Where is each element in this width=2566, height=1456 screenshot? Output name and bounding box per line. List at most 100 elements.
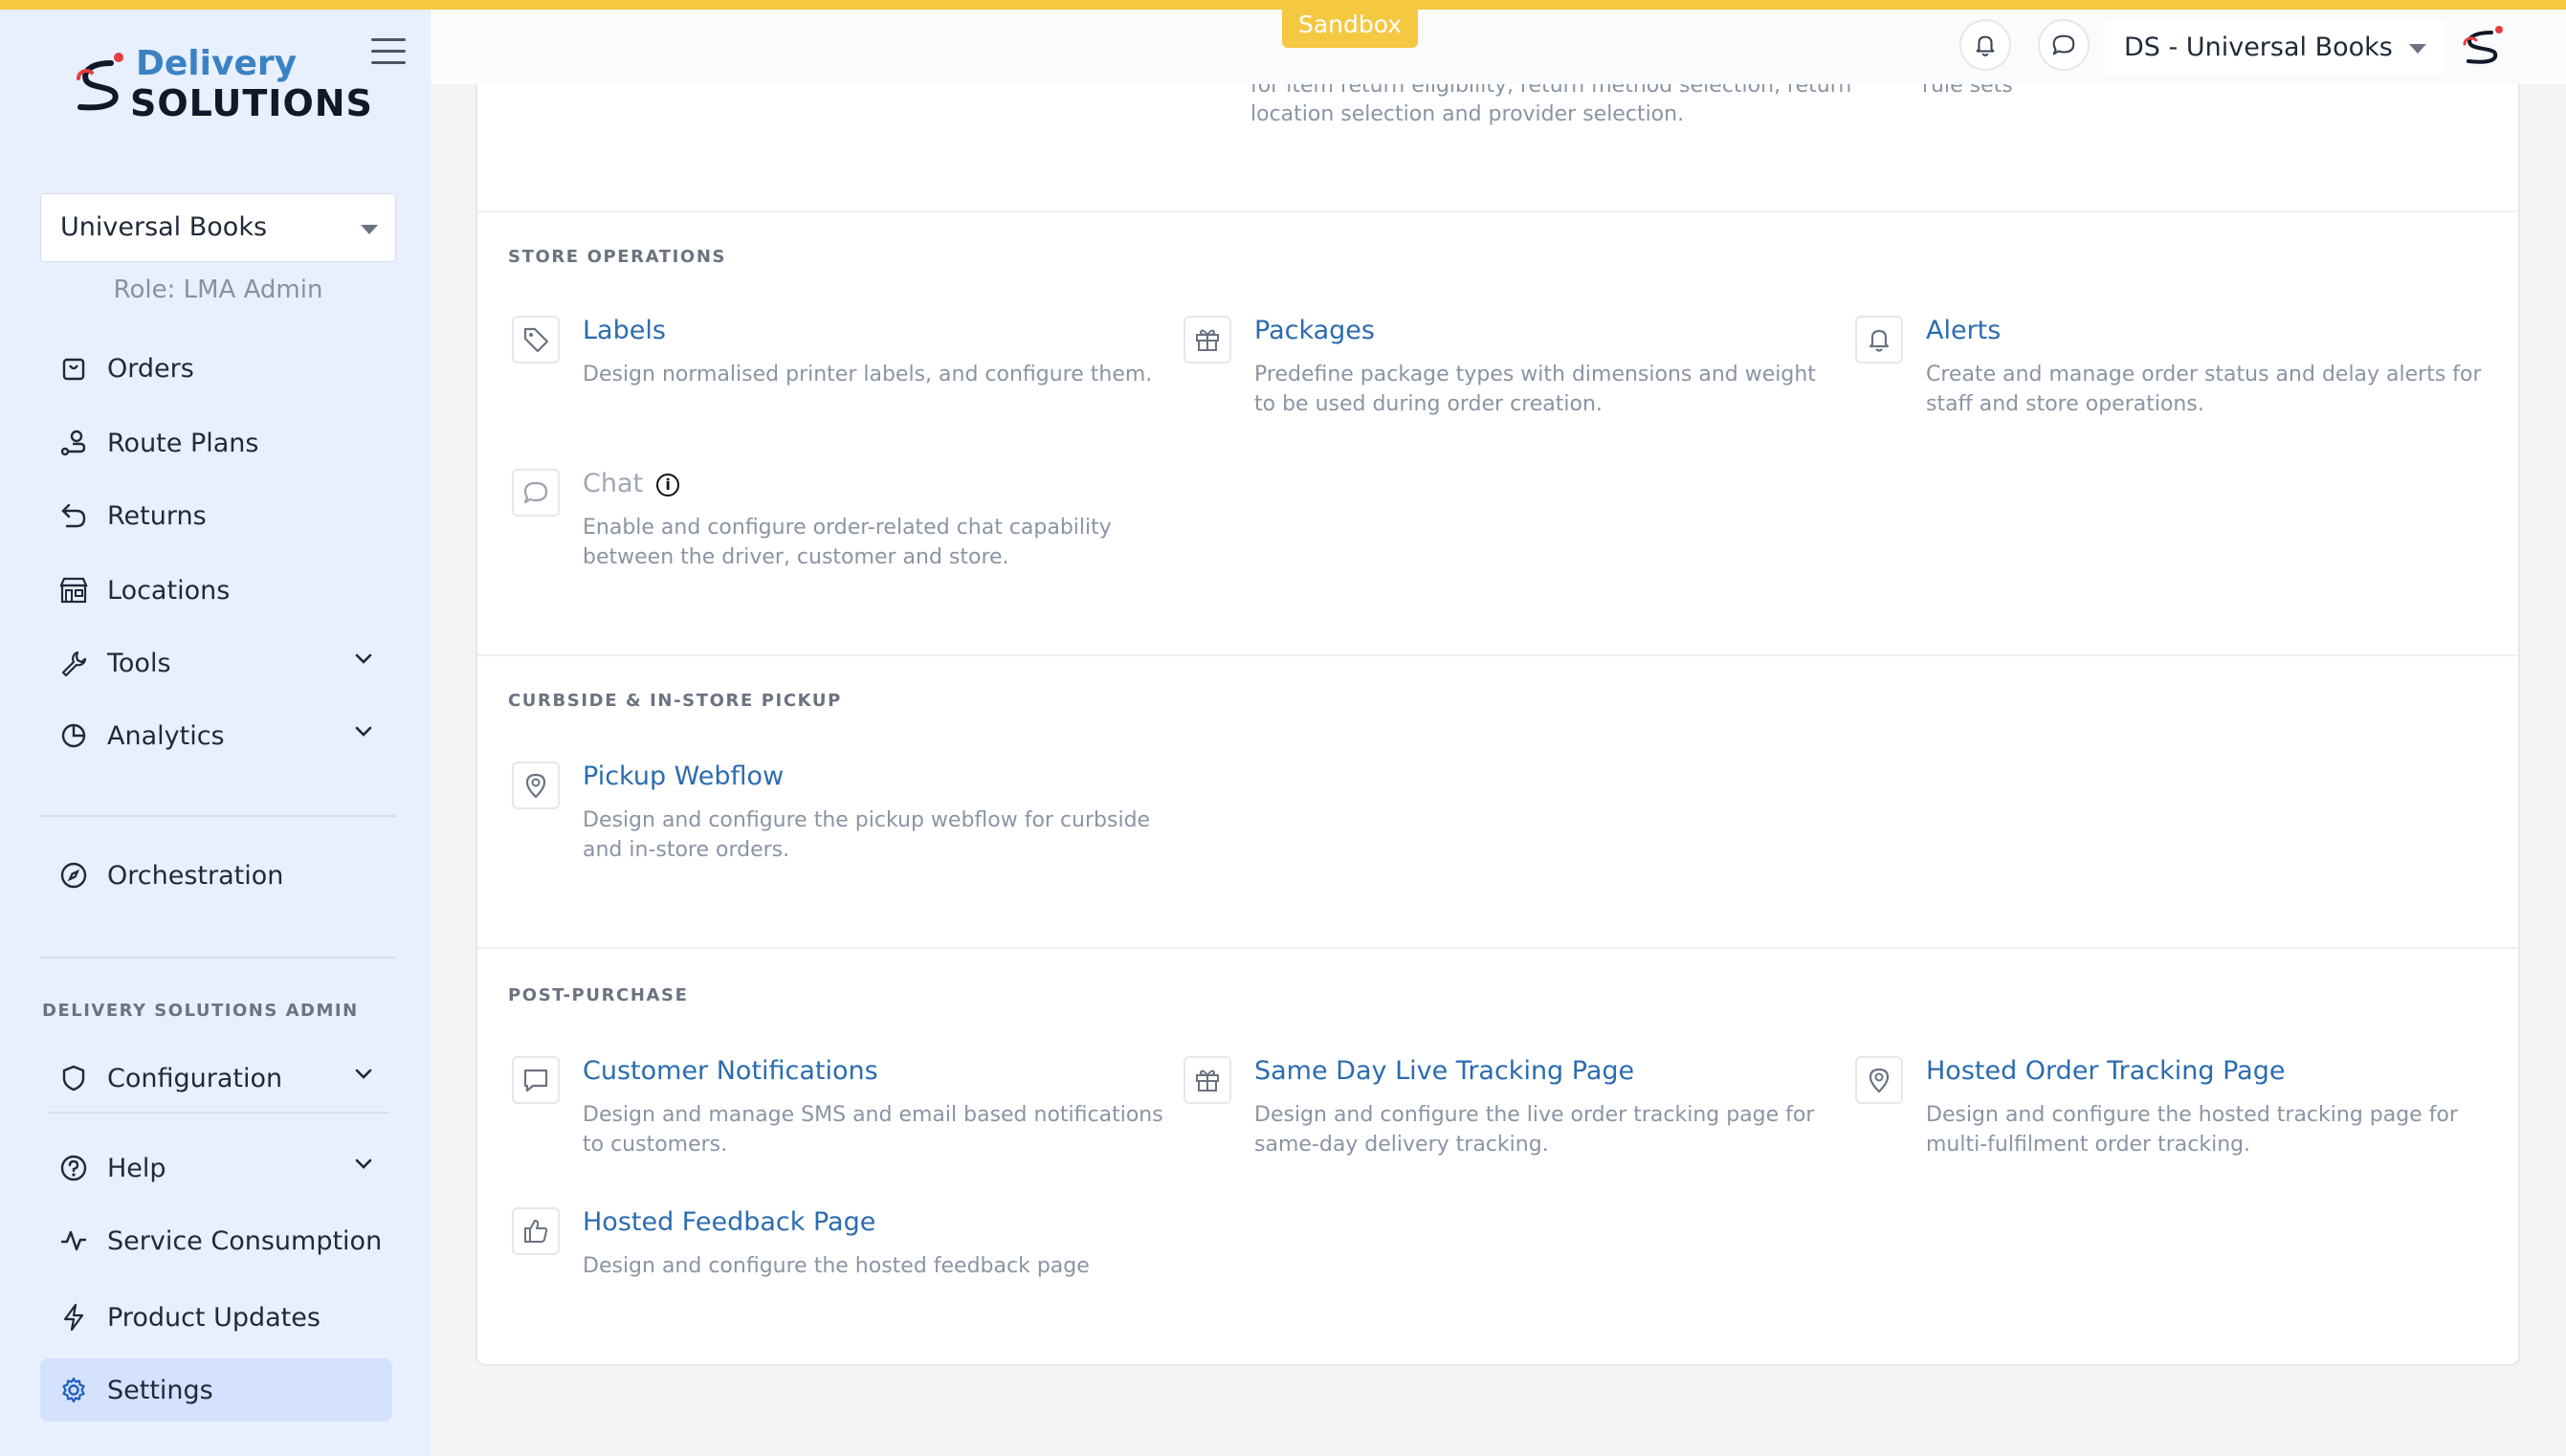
bell-icon (1855, 316, 1903, 364)
account-select-value: DS - Universal Books (2124, 33, 2393, 62)
info-icon[interactable]: i (656, 473, 680, 496)
card-title: Packages (1254, 316, 1375, 345)
card-description: Design and manage SMS and email based no… (583, 1103, 1163, 1157)
settings-panel: for item return eligibility, return meth… (476, 0, 2520, 1366)
sidebar-item-orders[interactable]: Orders (40, 337, 392, 400)
card-title-text: Chat (583, 469, 644, 498)
brand-word-solutions: SOLUTIONS (130, 82, 373, 124)
sidebar-item-service-consumption[interactable]: Service Consumption (40, 1209, 392, 1272)
sidebar-item-label: Configuration (107, 1063, 283, 1093)
section-title-store-operations: STORE OPERATIONS (508, 247, 727, 267)
account-select[interactable]: DS - Universal Books (2105, 21, 2445, 75)
sidebar-item-locations[interactable]: Locations (40, 559, 392, 622)
org-select-value: Universal Books (60, 212, 268, 242)
gear-icon (57, 1374, 90, 1406)
help-circle-icon (57, 1152, 90, 1184)
sidebar-item-configuration[interactable]: Configuration (40, 1047, 392, 1110)
sidebar-item-label: Orders (107, 353, 194, 384)
card-title: Pickup Webflow (583, 761, 785, 791)
brand-mark-icon[interactable] (2461, 25, 2509, 69)
sandbox-badge: Sandbox (1282, 6, 1418, 48)
section-divider (477, 210, 2518, 212)
menu-toggle-icon[interactable] (371, 38, 406, 67)
shopping-bag-icon (57, 352, 90, 385)
card-description: Predefine package types with dimensions … (1254, 363, 1816, 416)
sidebar-divider (40, 957, 396, 959)
cut-desc-left-line2: location selection and provider selectio… (1250, 102, 1685, 126)
activity-icon (57, 1224, 90, 1257)
sidebar-item-help[interactable]: Help (40, 1136, 392, 1200)
section-divider (477, 947, 2518, 949)
sidebar-item-label: Analytics (107, 720, 225, 751)
return-arrow-icon (57, 499, 90, 532)
card-title: Customer Notifications (583, 1056, 878, 1086)
caret-down-icon (361, 225, 378, 234)
lightning-bolt-icon (57, 1301, 90, 1334)
sidebar-item-label: Orchestration (107, 860, 284, 891)
section-title-post-purchase: POST-PURCHASE (508, 985, 689, 1005)
card-title: Same Day Live Tracking Page (1254, 1056, 1635, 1086)
org-select[interactable]: Universal Books (40, 193, 396, 262)
chevron-down-icon (355, 653, 372, 664)
sidebar-item-label: Tools (107, 648, 171, 678)
sidebar-divider (48, 1112, 388, 1114)
storefront-icon (57, 574, 90, 607)
card-description: Create and manage order status and delay… (1926, 363, 2482, 416)
sidebar-item-orchestration[interactable]: Orchestration (40, 844, 392, 907)
card-title: Hosted Order Tracking Page (1926, 1056, 2286, 1086)
caret-down-icon (2409, 44, 2426, 54)
feedback-thumb-icon (512, 1207, 560, 1255)
route-pin-icon (57, 427, 90, 459)
chat-bubble-icon (512, 469, 560, 517)
bell-icon (1976, 35, 1995, 56)
map-pin-icon (1855, 1056, 1903, 1104)
sidebar-divider (40, 815, 396, 817)
sidebar-item-returns[interactable]: Returns (40, 484, 392, 547)
role-label: Role: LMA Admin (113, 276, 323, 304)
card-description: Design and configure the hosted tracking… (1926, 1103, 2458, 1157)
sidebar: Delivery SOLUTIONS Universal Books Role:… (0, 10, 431, 1456)
chevron-down-icon (355, 726, 372, 737)
card-description: Design and configure the pickup webflow … (583, 808, 1151, 862)
card-description: Design normalised printer labels, and co… (583, 363, 1153, 386)
card-description: Enable and configure order-related chat … (583, 516, 1112, 569)
brand-logo[interactable]: Delivery SOLUTIONS (73, 38, 372, 124)
card-title: Alerts (1926, 316, 2002, 345)
card-title: Hosted Feedback Page (583, 1207, 876, 1237)
chevron-down-icon (355, 1158, 372, 1169)
compass-icon (57, 859, 90, 892)
sidebar-item-label: Route Plans (107, 428, 259, 458)
sidebar-item-label: Locations (107, 575, 231, 606)
card-title: Chat i (583, 469, 680, 498)
top-header: DS - Universal Books (431, 10, 2566, 84)
brand-word-delivery: Delivery (136, 44, 298, 83)
sidebar-item-label: Settings (107, 1375, 213, 1405)
sidebar-item-tools[interactable]: Tools (40, 631, 392, 695)
sidebar-item-label: Service Consumption (107, 1225, 383, 1256)
chat-button[interactable] (2038, 19, 2090, 71)
chevron-down-icon (355, 1069, 372, 1079)
sidebar-item-route-plans[interactable]: Route Plans (40, 411, 392, 474)
admin-section-label: DELIVERY SOLUTIONS ADMIN (42, 1001, 359, 1021)
card-title: Labels (583, 316, 666, 345)
section-title-curbside-pickup: CURBSIDE & IN-STORE PICKUP (508, 691, 842, 711)
card-description: Design and configure the hosted feedback… (583, 1254, 1090, 1278)
sidebar-item-label: Returns (107, 500, 207, 531)
chat-bubble-icon (2052, 34, 2075, 55)
wrench-icon (57, 647, 90, 679)
sidebar-item-label: Help (107, 1153, 166, 1183)
map-pin-icon (512, 761, 560, 809)
gift-box-icon (1183, 1056, 1231, 1104)
gift-box-icon (1183, 316, 1231, 364)
sidebar-item-product-updates[interactable]: Product Updates (40, 1286, 392, 1349)
tag-icon (512, 316, 560, 364)
pie-chart-icon (57, 719, 90, 752)
sidebar-item-label: Product Updates (107, 1302, 321, 1333)
message-square-icon (512, 1056, 560, 1104)
card-description: Design and configure the live order trac… (1254, 1103, 1815, 1157)
sidebar-item-analytics[interactable]: Analytics (40, 704, 392, 767)
sidebar-item-settings[interactable]: Settings (40, 1358, 392, 1422)
section-divider (477, 654, 2518, 656)
shield-icon (57, 1062, 90, 1094)
notifications-button[interactable] (1959, 19, 2011, 71)
